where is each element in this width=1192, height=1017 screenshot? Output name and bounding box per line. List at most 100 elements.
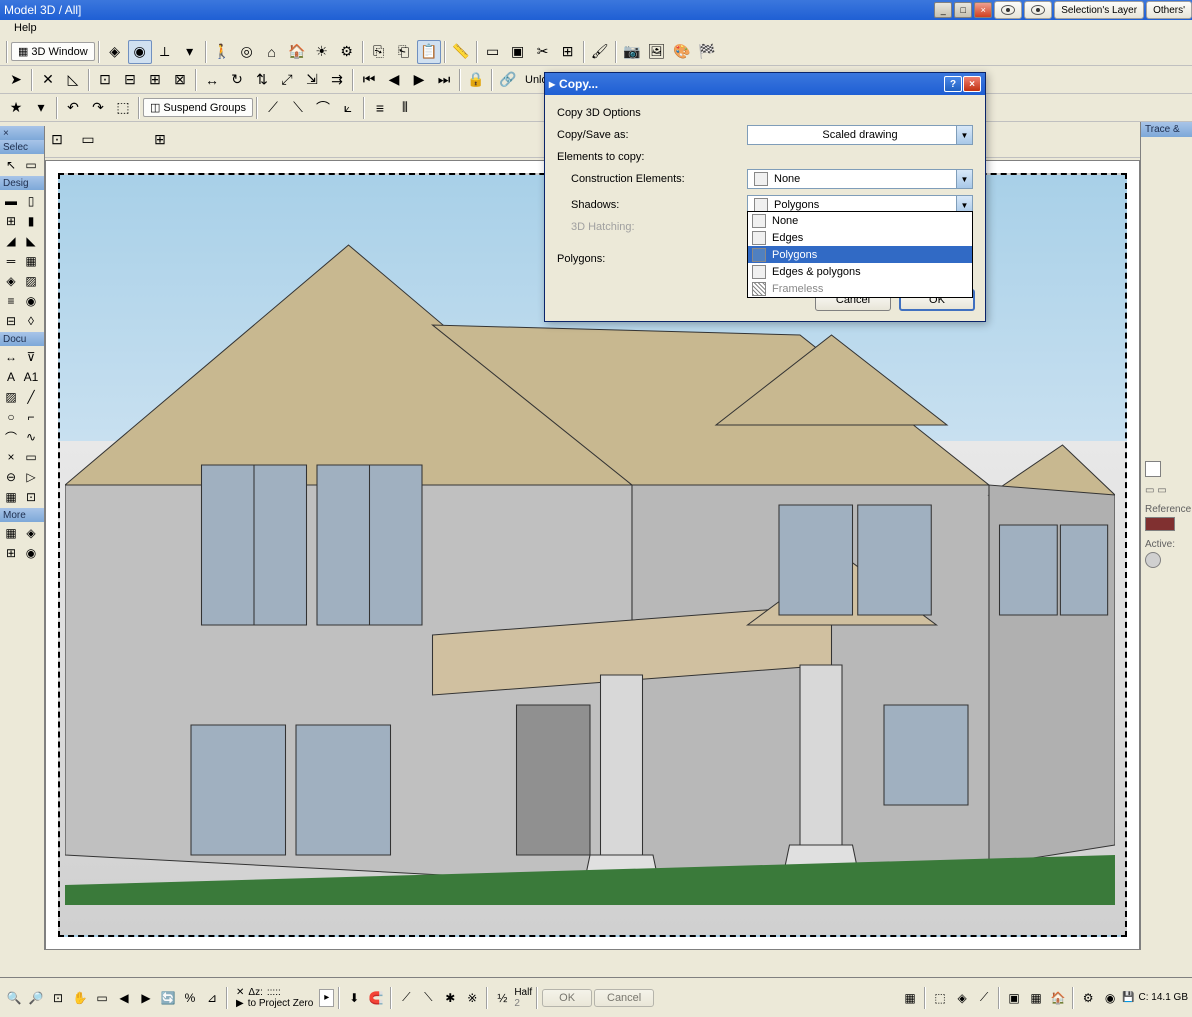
guideline-2-icon[interactable]: ⟍ [418, 988, 438, 1008]
offset-create-icon[interactable]: ※ [462, 988, 482, 1008]
tool-snap-icon[interactable]: ✕ [36, 68, 60, 92]
tool-next-icon[interactable]: ▶ [407, 68, 431, 92]
dialog-titlebar[interactable]: ▸ Copy... ? × [545, 73, 985, 95]
hotspot-tool-icon[interactable]: × [1, 447, 21, 467]
view-settings-icon[interactable]: ⚙ [1078, 988, 1098, 1008]
tool-new-icon[interactable]: ▭ [481, 40, 505, 64]
dialog-help-button[interactable]: ? [944, 76, 962, 92]
others-layer-button[interactable]: Others' [1146, 1, 1192, 19]
text-tool-icon[interactable]: A [1, 367, 21, 387]
tool-offset-icon[interactable]: ⇉ [325, 68, 349, 92]
status-cancel-button[interactable]: Cancel [594, 989, 654, 1007]
curtain-tool-icon[interactable]: ⊟ [1, 311, 21, 331]
orbit-icon[interactable]: 🔄 [158, 988, 178, 1008]
mesh-tool-icon[interactable]: ▦ [21, 251, 41, 271]
gravity-icon[interactable]: ⬇ [344, 988, 364, 1008]
tool-arrow-icon[interactable]: ➤ [4, 68, 28, 92]
tool-flag-icon[interactable]: 🏁 [695, 40, 719, 64]
more-tool-2-icon[interactable]: ◈ [21, 523, 41, 543]
fill-tool-icon[interactable]: ▨ [1, 387, 21, 407]
tool-lock-icon[interactable]: 🔒 [464, 68, 488, 92]
scale-icon[interactable]: ⊿ [202, 988, 222, 1008]
tool-fillet-icon[interactable]: ⌒ [311, 96, 335, 120]
suspend-groups-button[interactable]: ◫ Suspend Groups [143, 98, 253, 117]
tool-brush-icon[interactable]: 🖌 [588, 40, 612, 64]
stair-tool-icon[interactable]: ≡ [1, 291, 21, 311]
more-tool-1-icon[interactable]: ▦ [1, 523, 21, 543]
roof-tool-icon[interactable]: ◣ [21, 231, 41, 251]
active-indicator-icon[interactable] [1145, 552, 1161, 568]
level-tool-icon[interactable]: ⊽ [21, 347, 41, 367]
tool-stretch-icon[interactable]: ⇲ [300, 68, 324, 92]
tool-photo-icon[interactable]: 📷 [620, 40, 644, 64]
tool-settings-icon[interactable]: ⚙ [335, 40, 359, 64]
label-tool-icon[interactable]: A1 [21, 367, 41, 387]
3d-window-button[interactable]: ▦ 3D Window [11, 42, 95, 61]
copy-save-as-combo[interactable]: Scaled drawing ▼ [747, 125, 973, 145]
zoom-out-icon[interactable]: 🔎 [26, 988, 46, 1008]
view-1-icon[interactable]: ▣ [1004, 988, 1024, 1008]
tool-scale-icon[interactable]: ⤢ [275, 68, 299, 92]
arrow-tool-icon[interactable]: ↖ [1, 155, 21, 175]
tool-end-icon[interactable]: ⊞ [143, 68, 167, 92]
beam-tool-icon[interactable]: ═ [1, 251, 21, 271]
visibility-toggle-1[interactable] [994, 1, 1022, 19]
tool-corner-icon[interactable]: ◺ [61, 68, 85, 92]
tool-distribute-icon[interactable]: ⫴ [393, 96, 417, 120]
tool-axis-icon[interactable]: ⟂ [153, 40, 177, 64]
wall-tool-icon[interactable]: ▬ [1, 191, 21, 211]
tool-prev-icon[interactable]: ◀ [382, 68, 406, 92]
selections-layer-button[interactable]: Selection's Layer [1054, 1, 1144, 19]
tool-undo-icon[interactable]: ↶ [61, 96, 85, 120]
lamp-tool-icon[interactable]: ◉ [21, 291, 41, 311]
filter-icon[interactable]: ▦ [900, 988, 920, 1008]
magnet-icon[interactable]: 🧲 [366, 988, 386, 1008]
pan-icon[interactable]: ✋ [70, 988, 90, 1008]
tool-mirror-icon[interactable]: ⇅ [250, 68, 274, 92]
reference-color-swatch[interactable] [1145, 517, 1175, 531]
zoom-in-icon[interactable]: 🔍 [4, 988, 24, 1008]
nav-1-icon[interactable]: ⬚ [930, 988, 950, 1008]
down-arrow-icon[interactable]: ▾ [29, 96, 53, 120]
status-ok-button[interactable]: OK [542, 989, 592, 1007]
marquee-thick-icon[interactable]: ▭ [73, 125, 103, 155]
dropdown-option-edges-polygons[interactable]: Edges & polygons [748, 263, 972, 280]
dropdown-option-none[interactable]: None [748, 212, 972, 229]
more-tool-4-icon[interactable]: ◉ [21, 543, 41, 563]
tool-intersect-icon[interactable]: ⊠ [168, 68, 192, 92]
view-2-icon[interactable]: ▦ [1026, 988, 1046, 1008]
door-tool-icon[interactable]: ▯ [21, 191, 41, 211]
nav-2-icon[interactable]: ◈ [952, 988, 972, 1008]
tool-perspective-icon[interactable]: ⌂ [260, 40, 284, 64]
construction-elements-combo[interactable]: None ▼ [747, 169, 973, 189]
tool-chamfer-icon[interactable]: ⟀ [336, 96, 360, 120]
tool-home-icon[interactable]: 🏠 [285, 40, 309, 64]
window-tool-icon[interactable]: ⊞ [1, 211, 21, 231]
tool-copy-icon[interactable]: ⎘ [367, 40, 391, 64]
morph-tool-icon[interactable]: ◊ [21, 311, 41, 331]
slab-tool-icon[interactable]: ◢ [1, 231, 21, 251]
tool-trim-icon[interactable]: ⟋ [261, 96, 285, 120]
zoom-prev-icon[interactable]: ◀ [114, 988, 134, 1008]
section-tool-icon[interactable]: ⊖ [1, 467, 21, 487]
tool-extend-icon[interactable]: ⟍ [286, 96, 310, 120]
visibility-toggle-2[interactable] [1024, 1, 1052, 19]
dropdown-option-frameless[interactable]: Frameless [748, 280, 972, 297]
tool-first-icon[interactable]: ⏮ [357, 68, 381, 92]
tool-camera-icon[interactable]: ◎ [235, 40, 259, 64]
tool-align-icon[interactable]: ≡ [368, 96, 392, 120]
dialog-close-button[interactable]: × [963, 76, 981, 92]
dropdown-option-polygons[interactable]: Polygons [748, 246, 972, 263]
tool-paste-icon[interactable]: ⎗ [392, 40, 416, 64]
tool-sun-icon[interactable]: ☀ [310, 40, 334, 64]
marquee-thin-icon[interactable]: ⊡ [42, 125, 72, 155]
tool-cube-icon[interactable]: ◈ [103, 40, 127, 64]
elevation-tool-icon[interactable]: ▷ [21, 467, 41, 487]
percent-icon[interactable]: % [180, 988, 200, 1008]
rp-icons[interactable]: ▭ ▭ [1141, 481, 1192, 500]
half-icon[interactable]: ½ [492, 988, 512, 1008]
more-tool-3-icon[interactable]: ⊞ [1, 543, 21, 563]
maximize-button[interactable]: □ [954, 2, 972, 18]
polyline-tool-icon[interactable]: ⌐ [21, 407, 41, 427]
favorites-icon[interactable]: ★ [4, 96, 28, 120]
